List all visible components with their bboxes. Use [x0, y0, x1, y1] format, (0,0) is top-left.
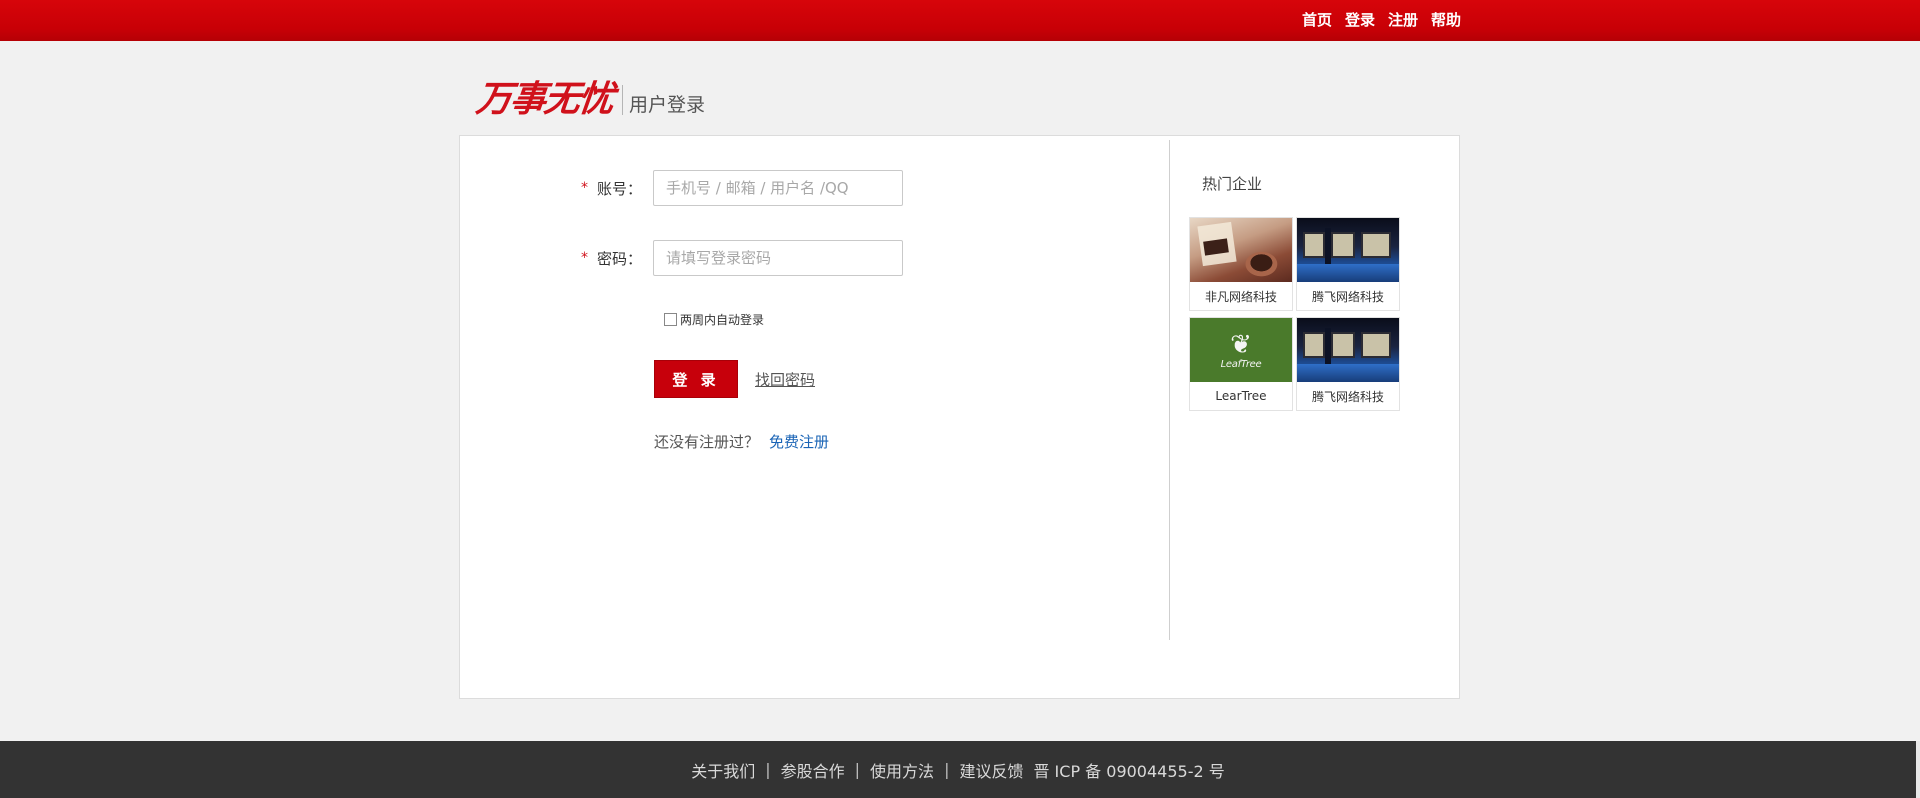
- password-input[interactable]: [653, 240, 903, 276]
- footer-feedback-link[interactable]: 建议反馈: [959, 758, 1023, 782]
- hot-company-card[interactable]: ❦ LeafTree LearTree: [1189, 317, 1293, 411]
- company-thumbnail: [1297, 318, 1399, 382]
- brand-divider: [622, 85, 624, 115]
- leaftree-logo-text: LeafTree: [1220, 358, 1262, 370]
- company-name: 非凡网络科技: [1204, 289, 1277, 304]
- account-label: 账号：: [597, 179, 643, 198]
- footer-icp: 晋 ICP 备 09004455-2 号: [1033, 761, 1225, 781]
- required-mark: *: [581, 250, 588, 266]
- password-row: * 密码：: [581, 240, 903, 276]
- footer-separator: |: [944, 760, 950, 779]
- footer-partner-link[interactable]: 参股合作: [781, 758, 845, 782]
- company-thumbnail: ❦ LeafTree: [1190, 318, 1292, 382]
- company-thumbnail: [1190, 218, 1292, 282]
- login-card: * 账号： * 密码： 两周内自动登录 登 录 找回密码 还没有注册过？ 免费注…: [459, 135, 1460, 699]
- top-nav: 首页 登录 注册 帮助: [1302, 0, 1474, 41]
- nav-login-link[interactable]: 登录: [1345, 0, 1375, 41]
- scrollbar-edge: [1916, 741, 1920, 798]
- hot-company-card[interactable]: 腾飞网络科技: [1296, 317, 1400, 411]
- top-bar: 首页 登录 注册 帮助: [0, 0, 1920, 41]
- register-row: 还没有注册过？ 免费注册: [654, 431, 829, 452]
- footer: 关于我们 | 参股合作 | 使用方法 | 建议反馈 晋 ICP 备 090044…: [0, 741, 1916, 798]
- footer-separator: |: [765, 760, 771, 779]
- register-prompt: 还没有注册过？: [654, 433, 760, 451]
- company-thumbnail: [1297, 218, 1399, 282]
- nav-home-link[interactable]: 首页: [1302, 0, 1332, 41]
- nav-help-link[interactable]: 帮助: [1431, 0, 1461, 41]
- leaf-icon: ❦: [1230, 329, 1252, 360]
- company-name: LearTree: [1215, 389, 1267, 403]
- brand-header: 万事无忧 用户登录: [474, 79, 706, 120]
- company-name: 腾飞网络科技: [1311, 289, 1384, 304]
- required-mark: *: [581, 180, 588, 196]
- hot-companies-grid: 非凡网络科技 腾飞网络科技 ❦ LeafTree LearTree 腾飞网络科技: [1189, 217, 1400, 411]
- footer-usage-link[interactable]: 使用方法: [870, 758, 934, 782]
- nav-register-link[interactable]: 注册: [1388, 0, 1418, 41]
- remember-label: 两周内自动登录: [680, 313, 765, 327]
- page-title: 用户登录: [629, 93, 706, 116]
- footer-about-link[interactable]: 关于我们: [691, 758, 755, 782]
- hot-company-card[interactable]: 非凡网络科技: [1189, 217, 1293, 311]
- site-logo[interactable]: 万事无忧: [474, 79, 614, 120]
- login-button[interactable]: 登 录: [654, 360, 738, 398]
- login-form: * 账号： * 密码： 两周内自动登录 登 录 找回密码 还没有注册过？ 免费注…: [460, 136, 1170, 698]
- hot-company-card[interactable]: 腾飞网络科技: [1296, 217, 1400, 311]
- hot-companies-title: 热门企业: [1202, 175, 1263, 193]
- account-input[interactable]: [653, 170, 903, 206]
- vertical-divider: [1169, 140, 1170, 640]
- remember-checkbox[interactable]: [664, 313, 677, 326]
- register-link[interactable]: 免费注册: [769, 431, 829, 452]
- account-row: * 账号：: [581, 170, 903, 206]
- forgot-password-link[interactable]: 找回密码: [755, 369, 815, 390]
- remember-me[interactable]: 两周内自动登录: [664, 311, 764, 328]
- footer-separator: |: [854, 760, 861, 779]
- password-label: 密码：: [597, 249, 643, 268]
- company-name: 腾飞网络科技: [1311, 389, 1384, 404]
